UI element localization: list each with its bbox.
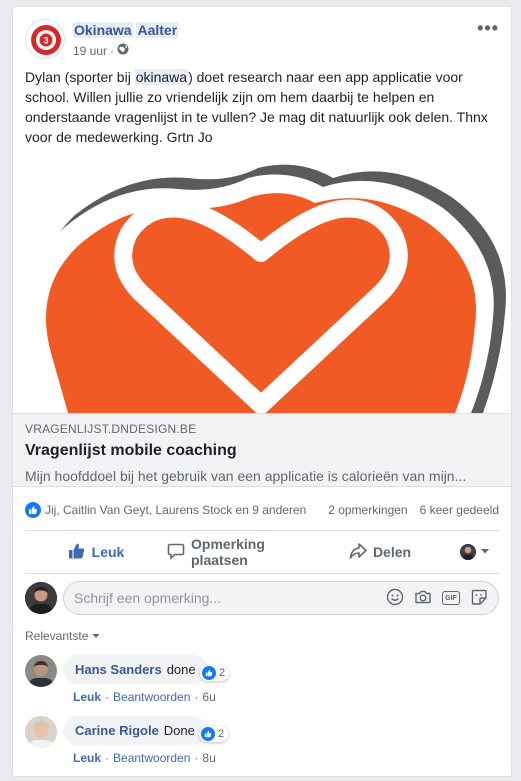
share-button[interactable]: Delen (309, 536, 451, 568)
link-description: Mijn hoofddoel bij het gebruik van een a… (25, 468, 467, 484)
dot-separator: · (194, 690, 199, 704)
post-time[interactable]: 19 uur (73, 44, 107, 58)
thumbs-up-icon (201, 727, 215, 741)
share-label: Delen (372, 544, 412, 560)
sort-label: Relevantste (25, 629, 89, 643)
comment-text: Done (163, 723, 195, 738)
link-domain: VRAGENLIJST.DNDESIGN.BE (25, 422, 197, 436)
share-icon (349, 542, 367, 563)
comment-composer: Schrijf een opmerking... GIF (25, 581, 499, 615)
comment-icon (167, 542, 185, 563)
dot-separator: · (105, 751, 110, 765)
comment-input[interactable]: Schrijf een opmerking... GIF (63, 581, 499, 615)
comment-sort-selector[interactable]: Relevantste (25, 629, 100, 643)
comment-author[interactable]: Hans Sanders (75, 662, 162, 677)
comment-input-placeholder: Schrijf een opmerking... (74, 590, 222, 606)
meta-separator: · (110, 43, 115, 58)
thumbs-up-icon (202, 666, 216, 680)
comment-text: done (166, 662, 196, 677)
mention-okinawa[interactable]: okinawa (134, 69, 189, 85)
chevron-down-icon (92, 629, 100, 643)
comment-item: Hans Sanders done 2 Leuk · Beantwoorden … (25, 655, 499, 707)
avatar (460, 544, 476, 560)
reactions-summary: Jij, Caitlin Van Geyt, Laurens Stock en … (25, 499, 499, 521)
comment-like-link[interactable]: Leuk (73, 751, 101, 765)
comment-reaction-count: 2 (219, 667, 226, 679)
comment-like-link[interactable]: Leuk (73, 690, 101, 704)
engagement-counts: 2 opmerkingen 6 keer gedeeld (328, 503, 499, 517)
comment-button[interactable]: Opmerking plaatsen (167, 536, 309, 568)
shares-count[interactable]: 6 keer gedeeld (420, 503, 499, 517)
comment-actions: Leuk · Beantwoorden · 6u (73, 690, 216, 704)
comment-time[interactable]: 6u (202, 690, 215, 704)
link-preview[interactable]: VRAGENLIJST.DNDESIGN.BE Vragenlijst mobi… (13, 413, 511, 487)
post-meta: 19 uur · (73, 43, 129, 58)
post-text-part1: Dylan (sporter bij (25, 69, 135, 85)
divider (25, 573, 499, 574)
sticker-icon[interactable] (470, 588, 488, 609)
page-name[interactable]: Okinawa Aalter (73, 22, 179, 38)
avatar[interactable] (25, 655, 57, 687)
page-name-part1[interactable]: Okinawa (73, 22, 133, 38)
page-name-part2[interactable]: Aalter (136, 22, 179, 38)
post-as-selector[interactable] (451, 543, 499, 561)
reactors-list[interactable]: Jij, Caitlin Van Geyt, Laurens Stock en … (45, 503, 328, 517)
svg-text:3: 3 (43, 36, 48, 46)
link-title[interactable]: Vragenlijst mobile coaching (25, 442, 501, 460)
avatar[interactable] (25, 716, 57, 748)
action-bar: Leuk Opmerking plaatsen Delen (25, 536, 499, 568)
like-button[interactable]: Leuk (25, 536, 167, 568)
dot-separator: · (194, 751, 199, 765)
emoji-icon[interactable] (386, 588, 404, 609)
comment-reply-link[interactable]: Beantwoorden (113, 751, 190, 765)
page-avatar[interactable]: 3 (25, 19, 65, 59)
comment-reaction-count: 2 (218, 728, 225, 740)
post-header: 3 Okinawa Aalter 19 uur · ••• (25, 19, 499, 67)
thumbs-up-icon (68, 542, 86, 563)
comment-reactions[interactable]: 2 (200, 665, 230, 681)
globe-icon (117, 43, 129, 58)
comment-time[interactable]: 8u (202, 751, 215, 765)
comment-bubble: Carine Rigole Done (63, 716, 207, 745)
post-card: 3 Okinawa Aalter 19 uur · ••• Dylan (spo… (12, 6, 512, 777)
thumbs-up-icon[interactable] (25, 502, 41, 518)
chevron-down-icon (480, 543, 490, 561)
comment-actions: Leuk · Beantwoorden · 8u (73, 751, 216, 765)
comment-reactions[interactable]: 2 (199, 726, 229, 742)
comment-label: Opmerking plaatsen (191, 536, 265, 568)
post-text: Dylan (sporter bij okinawa) doet researc… (25, 67, 501, 147)
avatar[interactable] (25, 582, 57, 614)
comment-reply-link[interactable]: Beantwoorden (113, 690, 190, 704)
link-image[interactable] (13, 153, 511, 413)
comments-count[interactable]: 2 opmerkingen (328, 503, 407, 517)
divider (25, 530, 499, 531)
more-dots-icon[interactable]: ••• (477, 19, 499, 37)
comment-author[interactable]: Carine Rigole (75, 723, 159, 738)
comment-bubble: Hans Sanders done (63, 655, 208, 684)
comment-item: Carine Rigole Done 2 Leuk · Beantwoorden… (25, 716, 499, 768)
dot-separator: · (105, 690, 110, 704)
gif-icon[interactable]: GIF (442, 591, 460, 605)
composer-icons: GIF (386, 588, 488, 609)
camera-icon[interactable] (414, 588, 432, 609)
like-label: Leuk (91, 544, 125, 560)
